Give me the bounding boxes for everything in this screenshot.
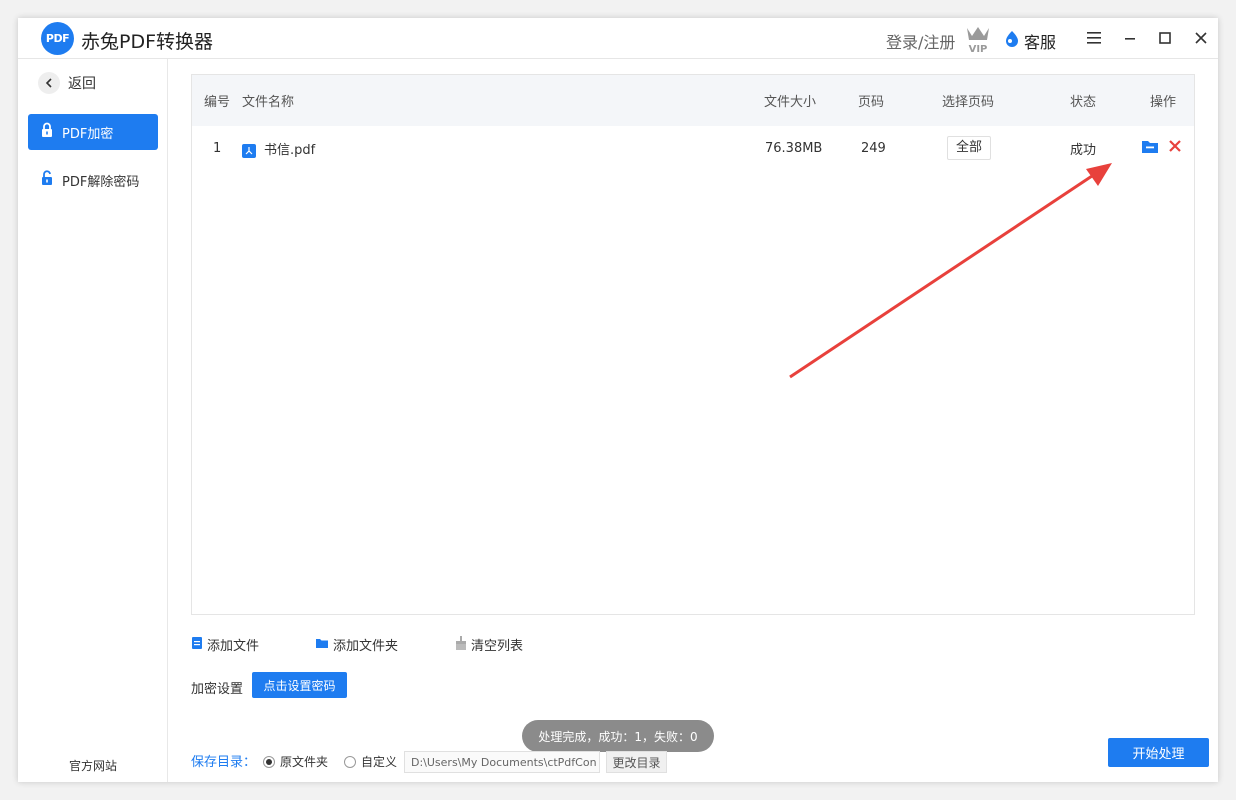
header-actions: 操作 bbox=[1150, 95, 1177, 110]
row-file-name: 书信.pdf bbox=[242, 139, 315, 158]
login-register-link[interactable]: 登录/注册 bbox=[886, 29, 955, 53]
change-directory-button[interactable]: 更改目录 bbox=[606, 751, 667, 773]
sidebar-item-pdf-encrypt[interactable]: PDF加密 bbox=[28, 114, 158, 150]
header-size: 文件大小 bbox=[764, 95, 817, 110]
app-logo-icon: PDF bbox=[41, 22, 74, 55]
row-status: 成功 bbox=[1070, 142, 1097, 158]
vip-label: VIP bbox=[969, 44, 988, 54]
chevron-left-icon bbox=[38, 72, 60, 94]
radio-original-folder[interactable]: 原文件夹 bbox=[263, 753, 328, 770]
close-icon[interactable] bbox=[1191, 28, 1211, 48]
row-page-count: 249 bbox=[861, 140, 886, 156]
radio-original-label: 原文件夹 bbox=[280, 755, 329, 769]
header-name: 文件名称 bbox=[242, 95, 295, 110]
sidebar: 返回 PDF加密 PDF解除密码 官方网站 bbox=[18, 59, 168, 782]
customer-service-button[interactable]: 客服 bbox=[1004, 29, 1056, 53]
set-password-button[interactable]: 点击设置密码 bbox=[252, 672, 347, 698]
sidebar-item-pdf-remove-password[interactable]: PDF解除密码 bbox=[28, 162, 158, 198]
header-select-pages: 选择页码 bbox=[942, 95, 995, 110]
official-website-link[interactable]: 官方网站 bbox=[18, 757, 168, 774]
clear-list-label: 清空列表 bbox=[471, 639, 524, 654]
radio-custom-label: 自定义 bbox=[361, 755, 398, 769]
save-path-input[interactable] bbox=[404, 751, 600, 773]
unlock-icon bbox=[40, 170, 54, 190]
maximize-icon[interactable] bbox=[1155, 28, 1175, 48]
sidebar-item-label: PDF解除密码 bbox=[62, 174, 140, 190]
radio-unchecked-icon bbox=[344, 755, 356, 768]
start-processing-button[interactable]: 开始处理 bbox=[1108, 738, 1209, 767]
clear-list-button[interactable]: 清空列表 bbox=[455, 635, 523, 654]
broom-icon bbox=[455, 635, 467, 654]
table-row: 1 书信.pdf 76.38MB 249 全部 成功 bbox=[192, 126, 1194, 170]
radio-checked-icon bbox=[263, 755, 275, 768]
page-range-select[interactable]: 全部 bbox=[947, 136, 991, 160]
add-folder-label: 添加文件夹 bbox=[333, 639, 399, 654]
minimize-icon[interactable] bbox=[1120, 28, 1140, 48]
header-index: 编号 bbox=[204, 95, 231, 110]
add-file-button[interactable]: 添加文件 bbox=[191, 635, 259, 654]
add-folder-icon bbox=[315, 637, 329, 653]
app-window: PDF 赤兔PDF转换器 登录/注册 VIP 客服 返回 PDF加密 PDF解除… bbox=[18, 18, 1218, 782]
header-status: 状态 bbox=[1070, 95, 1097, 110]
add-file-icon bbox=[191, 636, 203, 654]
title-bar: PDF 赤兔PDF转换器 登录/注册 VIP 客服 bbox=[18, 18, 1218, 59]
delete-icon[interactable] bbox=[1168, 139, 1182, 157]
encrypt-settings-label: 加密设置 bbox=[191, 682, 244, 697]
lock-icon bbox=[40, 122, 54, 142]
add-folder-button[interactable]: 添加文件夹 bbox=[315, 635, 398, 654]
vip-crown-icon[interactable]: VIP bbox=[964, 24, 992, 55]
radio-custom-folder[interactable]: 自定义 bbox=[344, 753, 397, 770]
table-header: 编号 文件名称 文件大小 页码 选择页码 状态 操作 bbox=[192, 75, 1194, 126]
row-index: 1 bbox=[213, 140, 222, 156]
menu-icon[interactable] bbox=[1084, 28, 1104, 48]
back-button[interactable]: 返回 bbox=[38, 72, 96, 94]
row-file-size: 76.38MB bbox=[765, 140, 823, 156]
service-icon bbox=[1004, 30, 1020, 52]
service-label: 客服 bbox=[1024, 33, 1057, 52]
save-directory-label: 保存目录： bbox=[191, 755, 257, 770]
file-table: 编号 文件名称 文件大小 页码 选择页码 状态 操作 1 书信.pdf 76.3… bbox=[191, 74, 1195, 615]
file-name-text: 书信.pdf bbox=[264, 142, 316, 158]
status-toast: 处理完成，成功：1，失败：0 bbox=[522, 720, 714, 752]
open-folder-icon[interactable] bbox=[1141, 138, 1159, 158]
sidebar-item-label: PDF加密 bbox=[62, 126, 114, 142]
app-title: 赤兔PDF转换器 bbox=[81, 31, 214, 53]
pdf-file-icon bbox=[242, 143, 256, 158]
add-file-label: 添加文件 bbox=[207, 639, 260, 654]
header-pages: 页码 bbox=[858, 95, 885, 110]
back-label: 返回 bbox=[68, 76, 96, 92]
